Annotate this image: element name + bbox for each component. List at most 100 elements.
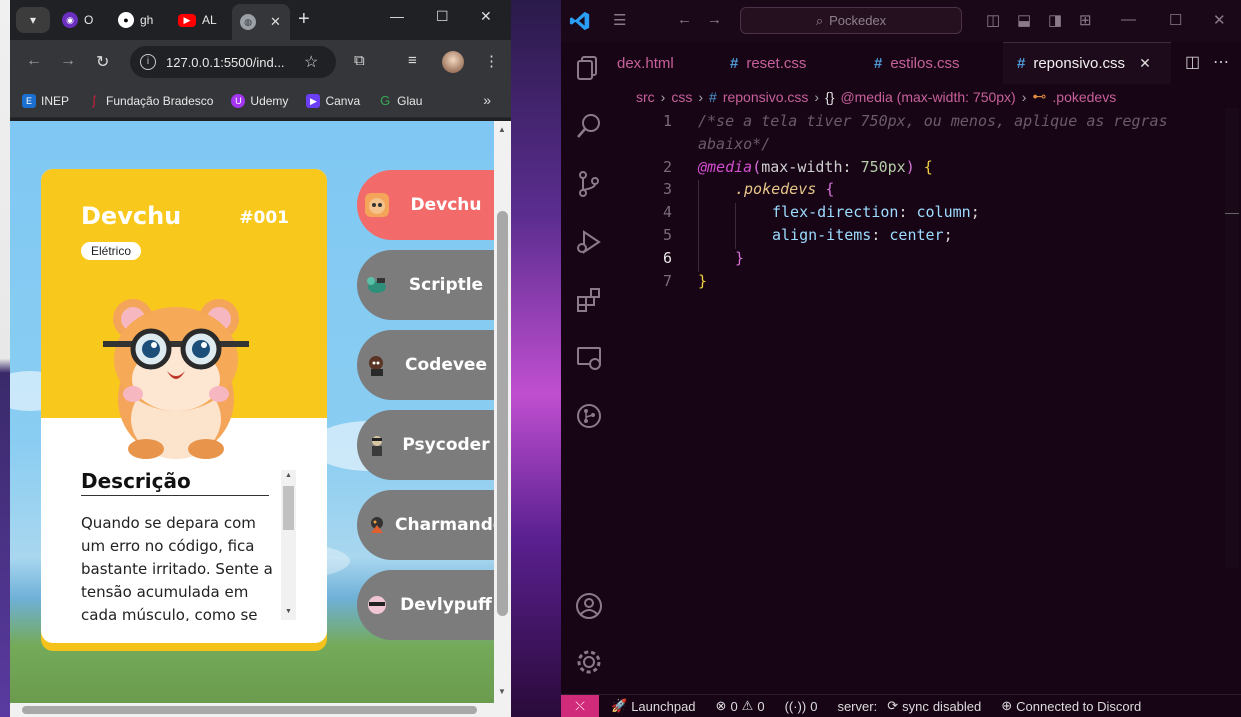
extensions-icon[interactable]: ⧉	[354, 52, 365, 69]
status-label: 0	[810, 698, 818, 714]
bookmark-udemy[interactable]: U Udemy	[231, 93, 288, 108]
launchpad-status[interactable]: 🚀 Launchpad	[611, 698, 696, 714]
code-editor[interactable]: 1 2 3 4 5 6 7 /*se a tela tiver 750px, o…	[617, 108, 1227, 694]
back-icon[interactable]: ←	[677, 11, 692, 28]
code-token: max-width	[761, 158, 843, 176]
breadcrumb-item[interactable]: src	[636, 89, 655, 105]
extensions-icon[interactable]	[575, 286, 603, 314]
more-actions-icon[interactable]: ⋯	[1213, 52, 1229, 72]
dev-button-label: Codevee	[405, 355, 487, 375]
tab-search-button[interactable]: ▾	[16, 7, 50, 33]
scroll-down-icon[interactable]: ▼	[498, 687, 506, 696]
status-label: Connected to Discord	[1016, 698, 1142, 714]
toggle-sidebar-icon[interactable]: ◫	[986, 11, 1000, 29]
description-area[interactable]: Descrição Quando se depara com um erro n…	[81, 469, 299, 621]
run-debug-icon[interactable]	[575, 228, 603, 256]
editor-tab[interactable]: dex.html	[617, 42, 674, 84]
bookmark-canva[interactable]: ▶ Canva	[306, 93, 360, 108]
css-file-icon: #	[874, 54, 883, 72]
discord-status[interactable]: ⊕ Connected to Discord	[1001, 698, 1141, 714]
bookmark-star-icon[interactable]: ☆	[304, 52, 318, 72]
editor-scrollbar[interactable]	[1225, 108, 1239, 568]
bookmark-inep[interactable]: E INEP	[22, 93, 69, 108]
split-editor-icon[interactable]: ◫	[1185, 52, 1200, 72]
chevron-right-icon: ›	[1021, 88, 1027, 105]
browser-tab[interactable]: ▶ AL	[170, 6, 226, 34]
ports-status[interactable]: ((·)) 0	[785, 699, 818, 714]
remote-indicator-icon[interactable]: ⤬	[561, 694, 599, 717]
tab-label: estilos.css	[890, 54, 960, 72]
breadcrumb-item[interactable]: @media (max-width: 750px)	[840, 89, 1015, 105]
page-scroll-thumb[interactable]	[497, 211, 508, 616]
browser-tab[interactable]: ◉ O	[54, 6, 110, 34]
editor-tab[interactable]: # reset.css	[730, 42, 806, 84]
menu-icon[interactable]: ⋮	[484, 52, 499, 70]
tab-label: dex.html	[617, 54, 674, 72]
back-icon[interactable]: ←	[26, 52, 42, 70]
breadcrumb-item[interactable]: .pokedevs	[1052, 89, 1116, 105]
dev-button-scriptle[interactable]: Scriptle	[357, 250, 494, 320]
customize-layout-icon[interactable]: ⊞	[1079, 11, 1092, 29]
command-center-search[interactable]: ⌕ Pockedex	[740, 7, 962, 34]
profile-avatar[interactable]	[442, 51, 464, 73]
editor-tab[interactable]: # estilos.css	[874, 42, 960, 84]
browser-tab[interactable]: ● gh	[110, 6, 166, 34]
media-control-icon[interactable]: ≡	[408, 52, 417, 69]
forward-icon[interactable]: →	[707, 11, 722, 28]
bookmark-glau[interactable]: G Glau	[378, 92, 422, 108]
pokedev-card: Devchu #001 Elétrico Descrição Quando se…	[41, 169, 327, 643]
menu-icon[interactable]: ☰	[613, 11, 626, 29]
toggle-panel-icon[interactable]: ⬓	[1017, 11, 1031, 29]
dev-button-label: Psycoder	[402, 435, 490, 455]
dev-button-charmandev[interactable]: Charmandev	[357, 490, 494, 560]
dev-button-codevee[interactable]: Codevee	[357, 330, 494, 400]
page-hscroll-thumb[interactable]	[22, 706, 477, 714]
scroll-up-icon[interactable]: ▲	[285, 472, 292, 479]
breadcrumb-item[interactable]: css	[671, 89, 692, 105]
more-bookmarks-icon[interactable]: »	[483, 92, 491, 108]
account-icon[interactable]	[575, 592, 603, 620]
close-window-icon[interactable]: ✕	[480, 8, 492, 25]
scroll-down-icon[interactable]: ▼	[285, 608, 292, 615]
source-control-icon[interactable]	[575, 170, 603, 198]
git-graph-icon[interactable]	[575, 402, 603, 430]
maximize-icon[interactable]: ☐	[436, 8, 449, 25]
toggle-secondary-sidebar-icon[interactable]: ◨	[1048, 11, 1062, 29]
browser-tab-active[interactable]: ◍ ✕	[232, 4, 290, 40]
editor-tab-active[interactable]: # reponsivo.css ✕	[1003, 42, 1171, 84]
close-tab-icon[interactable]: ✕	[1139, 55, 1151, 72]
status-label: server:	[837, 698, 878, 714]
indent-guide	[698, 180, 699, 272]
page-vertical-scrollbar[interactable]: ▲ ▼	[494, 121, 511, 703]
dev-button-psycoder[interactable]: Psycoder	[357, 410, 494, 480]
minimize-icon[interactable]: —	[1121, 11, 1136, 28]
glau-icon: G	[380, 92, 391, 108]
problems-status[interactable]: ⊗ 0 ⚠ 0	[716, 698, 765, 714]
server-status[interactable]: server: ⟳ sync disabled	[837, 698, 981, 714]
dev-button-devchu[interactable]: Devchu	[357, 170, 494, 240]
description-scroll-thumb[interactable]	[283, 486, 294, 530]
status-label: 0	[757, 698, 765, 714]
breadcrumb-item[interactable]: reponsivo.css	[723, 89, 809, 105]
bookmark-fundacao-bradesco[interactable]: ʃ Fundação Bradesco	[87, 93, 214, 108]
reload-icon[interactable]: ↻	[96, 52, 109, 72]
forward-icon[interactable]: →	[60, 52, 76, 70]
code-line: flex-direction: column;	[772, 203, 980, 221]
explorer-icon[interactable]	[575, 54, 603, 82]
canva-icon: ▶	[306, 93, 321, 108]
new-tab-button[interactable]: +	[298, 8, 310, 30]
settings-gear-icon[interactable]	[575, 648, 603, 676]
site-info-icon[interactable]: i	[140, 54, 156, 70]
dev-button-label: Scriptle	[408, 275, 484, 295]
broadcast-icon: ((·))	[784, 698, 807, 714]
minimize-icon[interactable]: —	[390, 8, 404, 24]
maximize-icon[interactable]: ☐	[1169, 11, 1182, 29]
description-scrollbar[interactable]: ▲ ▼	[281, 470, 296, 620]
remote-explorer-icon[interactable]	[575, 344, 603, 372]
close-tab-icon[interactable]: ✕	[270, 14, 281, 30]
page-horizontal-scrollbar[interactable]	[10, 703, 511, 717]
search-icon[interactable]	[575, 112, 603, 140]
dev-button-devlypuff[interactable]: Devlypuff	[357, 570, 494, 640]
scroll-up-icon[interactable]: ▲	[498, 125, 506, 134]
close-window-icon[interactable]: ✕	[1213, 11, 1226, 29]
